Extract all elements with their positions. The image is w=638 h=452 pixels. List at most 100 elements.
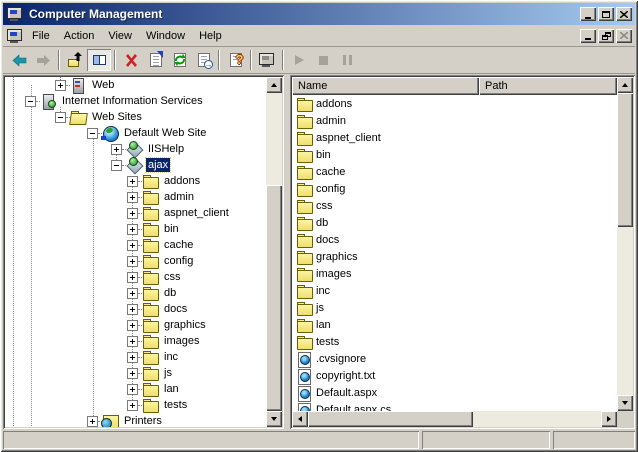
list-item-default-aspx[interactable]: Default.aspx: [292, 384, 617, 401]
expand-plus-box[interactable]: [127, 240, 138, 251]
expand-plus-box[interactable]: [127, 256, 138, 267]
list-item-lan[interactable]: lan: [292, 316, 617, 333]
play-button[interactable]: [287, 49, 311, 71]
tree-item-printers[interactable]: Printers: [5, 413, 266, 427]
list-item-graphics[interactable]: graphics: [292, 248, 617, 265]
list-item-aspnet-client[interactable]: aspnet_client: [292, 129, 617, 146]
tree-item-db[interactable]: db: [5, 285, 266, 301]
mdi-close-button[interactable]: [616, 29, 632, 43]
expand-plus-box[interactable]: [111, 144, 122, 155]
help-button[interactable]: ?: [223, 49, 247, 71]
menu-help[interactable]: Help: [192, 27, 229, 45]
menu-view[interactable]: View: [101, 27, 139, 45]
collapse-minus-box[interactable]: [111, 160, 122, 171]
show-hide-console-tree-button[interactable]: [87, 49, 111, 71]
tree-item-graphics[interactable]: graphics: [5, 317, 266, 333]
list-vertical-scrollbar[interactable]: [617, 77, 633, 411]
collapse-minus-box[interactable]: [55, 112, 66, 123]
menu-file[interactable]: File: [25, 27, 57, 45]
tree-item-ajax[interactable]: ajax: [5, 157, 266, 173]
list-item-addons[interactable]: addons: [292, 95, 617, 112]
tree-item-default-web-site[interactable]: Default Web Site: [5, 125, 266, 141]
tree-item-cache[interactable]: cache: [5, 237, 266, 253]
tree-item-admin[interactable]: admin: [5, 189, 266, 205]
tree-item-bin[interactable]: bin: [5, 221, 266, 237]
expand-plus-box[interactable]: [87, 416, 98, 427]
list-item-images[interactable]: images: [292, 265, 617, 282]
list-item-copyright-txt[interactable]: copyright.txt: [292, 367, 617, 384]
expand-plus-box[interactable]: [127, 384, 138, 395]
list-horizontal-scrollbar[interactable]: [292, 411, 617, 427]
tree-item-inc[interactable]: inc: [5, 349, 266, 365]
list-item-db[interactable]: db: [292, 214, 617, 231]
collapse-minus-box[interactable]: [25, 96, 36, 107]
tree-item-internet-information-services[interactable]: Internet Information Services: [5, 93, 266, 109]
scroll-down-button[interactable]: [266, 411, 282, 427]
expand-plus-box[interactable]: [127, 400, 138, 411]
column-header-name[interactable]: Name: [292, 77, 479, 95]
refresh-button[interactable]: [167, 49, 191, 71]
list-item-docs[interactable]: docs: [292, 231, 617, 248]
minimize-button[interactable]: [580, 7, 596, 21]
tree-item-js[interactable]: js: [5, 365, 266, 381]
tree-item-config[interactable]: config: [5, 253, 266, 269]
list-item-cache[interactable]: cache: [292, 163, 617, 180]
list-item-cvsignore[interactable]: .cvsignore: [292, 350, 617, 367]
maximize-button[interactable]: [598, 7, 614, 21]
list-item-default-aspx-cs[interactable]: Default.aspx.cs: [292, 401, 617, 411]
scroll-right-button[interactable]: [601, 411, 617, 427]
expand-plus-box[interactable]: [127, 272, 138, 283]
scroll-down-button[interactable]: [617, 395, 633, 411]
list-item-config[interactable]: config: [292, 180, 617, 197]
collapse-minus-box[interactable]: [87, 128, 98, 139]
close-button[interactable]: [616, 7, 632, 21]
up-one-level-button[interactable]: [63, 49, 87, 71]
expand-plus-box[interactable]: [127, 368, 138, 379]
properties-button[interactable]: [143, 49, 167, 71]
tree-item-tests[interactable]: tests: [5, 397, 266, 413]
list-item-inc[interactable]: inc: [292, 282, 617, 299]
expand-plus-box[interactable]: [127, 288, 138, 299]
pause-button[interactable]: [335, 49, 359, 71]
list-item-css[interactable]: css: [292, 197, 617, 214]
scroll-thumb[interactable]: [617, 93, 633, 227]
remote-computer-button[interactable]: [255, 49, 279, 71]
tree-item-lan[interactable]: lan: [5, 381, 266, 397]
expand-plus-box[interactable]: [127, 224, 138, 235]
expand-plus-box[interactable]: [127, 192, 138, 203]
expand-plus-box[interactable]: [55, 80, 66, 91]
console-window-icon[interactable]: [6, 29, 22, 43]
export-list-button[interactable]: →: [191, 49, 215, 71]
expand-plus-box[interactable]: [127, 320, 138, 331]
expand-plus-box[interactable]: [127, 176, 138, 187]
tree-item-css[interactable]: css: [5, 269, 266, 285]
column-header-path[interactable]: Path: [479, 77, 617, 95]
stop-button[interactable]: [311, 49, 335, 71]
forward-button[interactable]: [31, 49, 55, 71]
menu-action[interactable]: Action: [57, 27, 102, 45]
scroll-left-button[interactable]: [292, 411, 308, 427]
delete-button[interactable]: [119, 49, 143, 71]
expand-plus-box[interactable]: [127, 336, 138, 347]
scroll-thumb[interactable]: [308, 411, 473, 427]
scroll-up-button[interactable]: [617, 77, 633, 93]
tree-item-iishelp[interactable]: IISHelp: [5, 141, 266, 157]
list-item-bin[interactable]: bin: [292, 146, 617, 163]
tree-item-web[interactable]: Web: [5, 77, 266, 93]
tree-vertical-scrollbar[interactable]: [266, 77, 282, 427]
mdi-restore-button[interactable]: [598, 29, 614, 43]
titlebar[interactable]: Computer Management: [3, 3, 635, 25]
expand-plus-box[interactable]: [127, 304, 138, 315]
scroll-thumb[interactable]: [266, 185, 282, 411]
list-item-tests[interactable]: tests: [292, 333, 617, 350]
menu-window[interactable]: Window: [139, 27, 192, 45]
list-item-admin[interactable]: admin: [292, 112, 617, 129]
tree-item-web-sites[interactable]: Web Sites: [5, 109, 266, 125]
list-item-js[interactable]: js: [292, 299, 617, 316]
expand-plus-box[interactable]: [127, 208, 138, 219]
tree-item-addons[interactable]: addons: [5, 173, 266, 189]
tree-item-images[interactable]: images: [5, 333, 266, 349]
tree-item-docs[interactable]: docs: [5, 301, 266, 317]
expand-plus-box[interactable]: [127, 352, 138, 363]
tree-item-aspnet-client[interactable]: aspnet_client: [5, 205, 266, 221]
